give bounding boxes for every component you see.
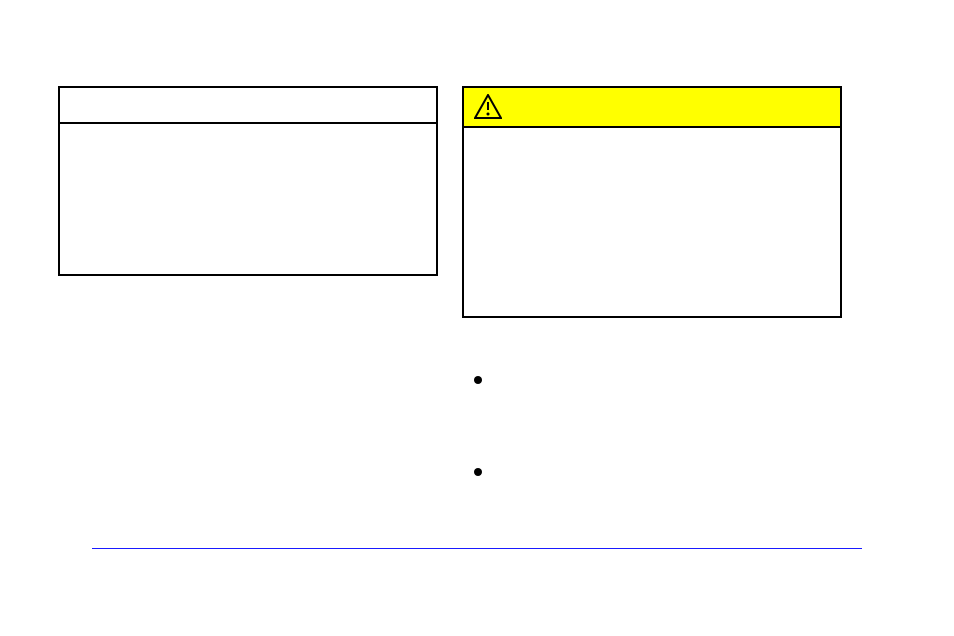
caution-box-right-header bbox=[462, 86, 842, 128]
warning-icon bbox=[474, 94, 502, 120]
bullet-point bbox=[474, 468, 482, 476]
bullet-point bbox=[474, 376, 482, 384]
document-page bbox=[0, 0, 954, 636]
notice-box-left-header bbox=[58, 86, 438, 124]
divider-line bbox=[92, 548, 862, 549]
